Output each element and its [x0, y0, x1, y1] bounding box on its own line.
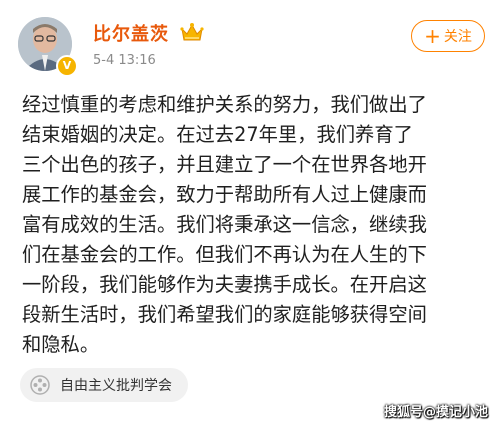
- watermark: 搜狐号@摸记小池: [383, 405, 488, 420]
- verified-badge-icon: V: [56, 55, 78, 77]
- follow-button[interactable]: + 关注: [411, 20, 485, 52]
- follow-label: 关注: [443, 29, 472, 45]
- topic-icon: [30, 375, 50, 395]
- topic-chip[interactable]: 自由主义批判学会: [20, 368, 188, 402]
- plus-icon: +: [424, 24, 441, 48]
- topic-label: 自由主义批判学会: [60, 378, 172, 394]
- author-name[interactable]: 比尔盖茨: [93, 20, 169, 46]
- post-body-text: 经过慎重的考虑和维护关系的努力，我们做出了 结束婚姻的决定。在过去27年里，我们…: [22, 93, 427, 356]
- post-timestamp: 5-4 13:16: [93, 53, 156, 68]
- crown-icon: [180, 23, 204, 41]
- post-header: V 比尔盖茨 5-4 13:16 + 关注: [0, 0, 500, 90]
